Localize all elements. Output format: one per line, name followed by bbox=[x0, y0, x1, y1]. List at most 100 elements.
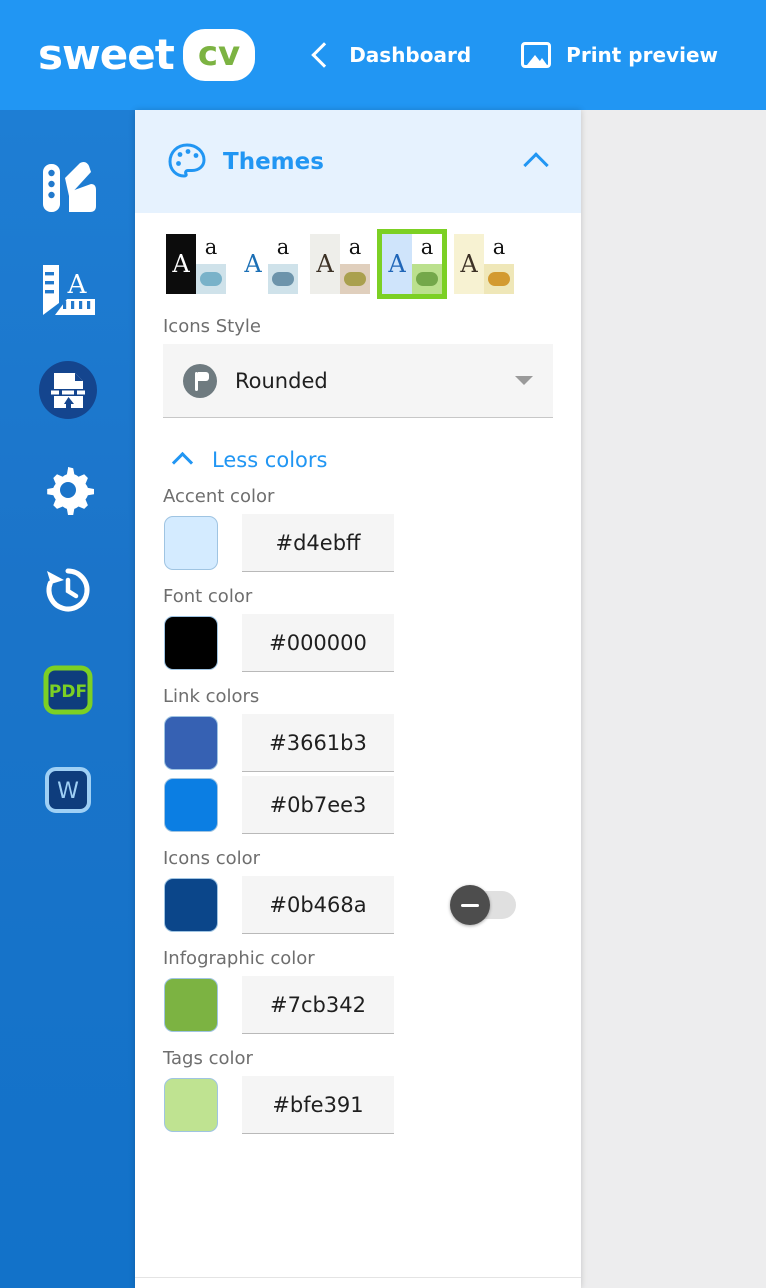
color-row-6 bbox=[163, 1076, 553, 1134]
color-label-5: Infographic color bbox=[163, 948, 315, 969]
theme-swatch-letter-small: a bbox=[204, 235, 218, 259]
themes-panel-header[interactable]: Themes bbox=[135, 110, 581, 213]
theme-swatch-0[interactable]: Aa bbox=[166, 234, 226, 294]
theme-swatch-dot bbox=[488, 272, 510, 286]
sidebar-item-themes[interactable] bbox=[0, 140, 135, 240]
theme-swatch-letter-small: a bbox=[492, 235, 506, 259]
theme-swatch-letter: A bbox=[460, 250, 478, 278]
color-hex-input-2[interactable] bbox=[242, 714, 394, 772]
color-hex-input-6[interactable] bbox=[242, 1076, 394, 1134]
theme-swatch-1[interactable]: Aa bbox=[238, 234, 298, 294]
chevron-left-icon bbox=[311, 42, 337, 68]
color-row-5 bbox=[163, 976, 553, 1034]
color-swatch-6[interactable] bbox=[164, 1078, 218, 1132]
panel-bottom-divider bbox=[135, 1277, 581, 1278]
sidebar-item-typography[interactable]: A bbox=[0, 240, 135, 340]
sidebar-item-pdf[interactable]: PDF bbox=[0, 640, 135, 740]
theme-swatch-tag bbox=[196, 264, 226, 294]
panel-title: Themes bbox=[223, 148, 324, 175]
left-sidebar-rail: A PDF W bbox=[0, 110, 135, 1288]
color-hex-input-4[interactable] bbox=[242, 876, 394, 934]
image-preview-icon bbox=[521, 42, 552, 68]
theme-swatch-bg: A bbox=[382, 234, 412, 294]
less-colors-toggle[interactable]: Less colors bbox=[165, 448, 553, 474]
settings-gear-icon bbox=[46, 467, 94, 515]
theme-swatch-bg: A bbox=[166, 234, 196, 294]
color-row-0 bbox=[163, 514, 553, 572]
theme-swatch-accent: a bbox=[484, 234, 514, 264]
color-swatch-1[interactable] bbox=[164, 616, 218, 670]
color-hex-input-5[interactable] bbox=[242, 976, 394, 1034]
theme-swatch-letter: A bbox=[316, 250, 334, 278]
import-export-icon bbox=[38, 361, 97, 419]
app-logo[interactable]: sweet cv bbox=[38, 22, 256, 88]
sidebar-item-word[interactable]: W bbox=[0, 740, 135, 840]
color-swatch-0[interactable] bbox=[164, 516, 218, 570]
theme-swatch-accent: a bbox=[340, 234, 370, 264]
caret-down-icon bbox=[515, 376, 533, 385]
typography-icon: A bbox=[42, 265, 95, 315]
less-colors-label: Less colors bbox=[212, 448, 328, 472]
theme-swatch-list: AaAaAaAaAa bbox=[166, 213, 553, 302]
theme-swatch-letter-small: a bbox=[420, 235, 434, 259]
theme-swatch-accent: a bbox=[412, 234, 442, 264]
theme-swatch-letter: A bbox=[388, 250, 406, 278]
theme-swatch-dot bbox=[344, 272, 366, 286]
svg-text:W: W bbox=[57, 779, 79, 804]
icons-style-value: Rounded bbox=[235, 368, 328, 393]
color-swatch-2[interactable] bbox=[164, 716, 218, 770]
theme-swatch-tag bbox=[268, 264, 298, 294]
logo-wordmark: sweet bbox=[38, 30, 175, 79]
color-row-3 bbox=[163, 776, 553, 834]
theme-swatch-tag bbox=[340, 264, 370, 294]
icons-color-toggle[interactable] bbox=[450, 885, 516, 925]
color-swatch-5[interactable] bbox=[164, 978, 218, 1032]
theme-swatch-tag bbox=[412, 264, 442, 294]
sidebar-item-import-export[interactable] bbox=[0, 340, 135, 440]
theme-swatch-accent: a bbox=[268, 234, 298, 264]
history-icon bbox=[46, 568, 89, 612]
color-hex-input-3[interactable] bbox=[242, 776, 394, 834]
theme-swatch-tag bbox=[484, 264, 514, 294]
theme-swatch-dot bbox=[416, 272, 438, 286]
color-hex-input-0[interactable] bbox=[242, 514, 394, 572]
theme-swatch-3[interactable]: Aa bbox=[377, 229, 447, 299]
panel-body: AaAaAaAaAa Icons Style Rounded Less colo… bbox=[135, 213, 581, 1134]
sidebar-item-history[interactable] bbox=[0, 540, 135, 640]
color-swatch-3[interactable] bbox=[164, 778, 218, 832]
icons-style-label: Icons Style bbox=[163, 316, 261, 337]
color-label-6: Tags color bbox=[163, 1048, 253, 1069]
color-swatch-4[interactable] bbox=[164, 878, 218, 932]
print-preview-link[interactable]: Print preview bbox=[521, 42, 718, 68]
dashboard-back-link[interactable]: Dashboard bbox=[311, 42, 472, 68]
theme-swatch-4[interactable]: Aa bbox=[454, 234, 514, 294]
flag-badge-icon bbox=[183, 363, 217, 398]
chevron-up-icon[interactable] bbox=[523, 151, 549, 178]
sidebar-item-settings[interactable] bbox=[0, 440, 135, 540]
dashboard-label: Dashboard bbox=[349, 43, 472, 67]
theme-swatch-2[interactable]: Aa bbox=[310, 234, 370, 294]
logo-badge-text: cv bbox=[197, 34, 241, 74]
theme-swatch-dot bbox=[200, 272, 222, 286]
top-app-bar: sweet cv Dashboard Print preview bbox=[0, 0, 766, 110]
themes-panel: Themes AaAaAaAaAa Icons Style Rounded Le… bbox=[135, 110, 581, 1288]
color-row-1 bbox=[163, 614, 553, 672]
palette-icon bbox=[168, 142, 206, 178]
svg-text:PDF: PDF bbox=[48, 682, 86, 702]
logo-badge: cv bbox=[182, 29, 256, 81]
toggle-knob bbox=[450, 885, 490, 925]
chevron-up-icon bbox=[171, 451, 194, 474]
color-label-0: Accent color bbox=[163, 486, 275, 507]
theme-swatch-accent: a bbox=[196, 234, 226, 264]
print-preview-label: Print preview bbox=[566, 43, 718, 67]
theme-swatch-bg: A bbox=[238, 234, 268, 294]
color-hex-input-1[interactable] bbox=[242, 614, 394, 672]
svg-text:A: A bbox=[66, 270, 87, 300]
icons-style-select[interactable]: Rounded bbox=[163, 344, 553, 418]
color-settings-list: Accent color Font color Link colors Icons c… bbox=[163, 486, 553, 1134]
theme-swatch-letter-small: a bbox=[348, 235, 362, 259]
theme-swatch-bg: A bbox=[454, 234, 484, 294]
theme-swatch-letter: A bbox=[244, 250, 262, 278]
theme-swatch-dot bbox=[272, 272, 294, 286]
word-icon: W bbox=[44, 767, 91, 813]
